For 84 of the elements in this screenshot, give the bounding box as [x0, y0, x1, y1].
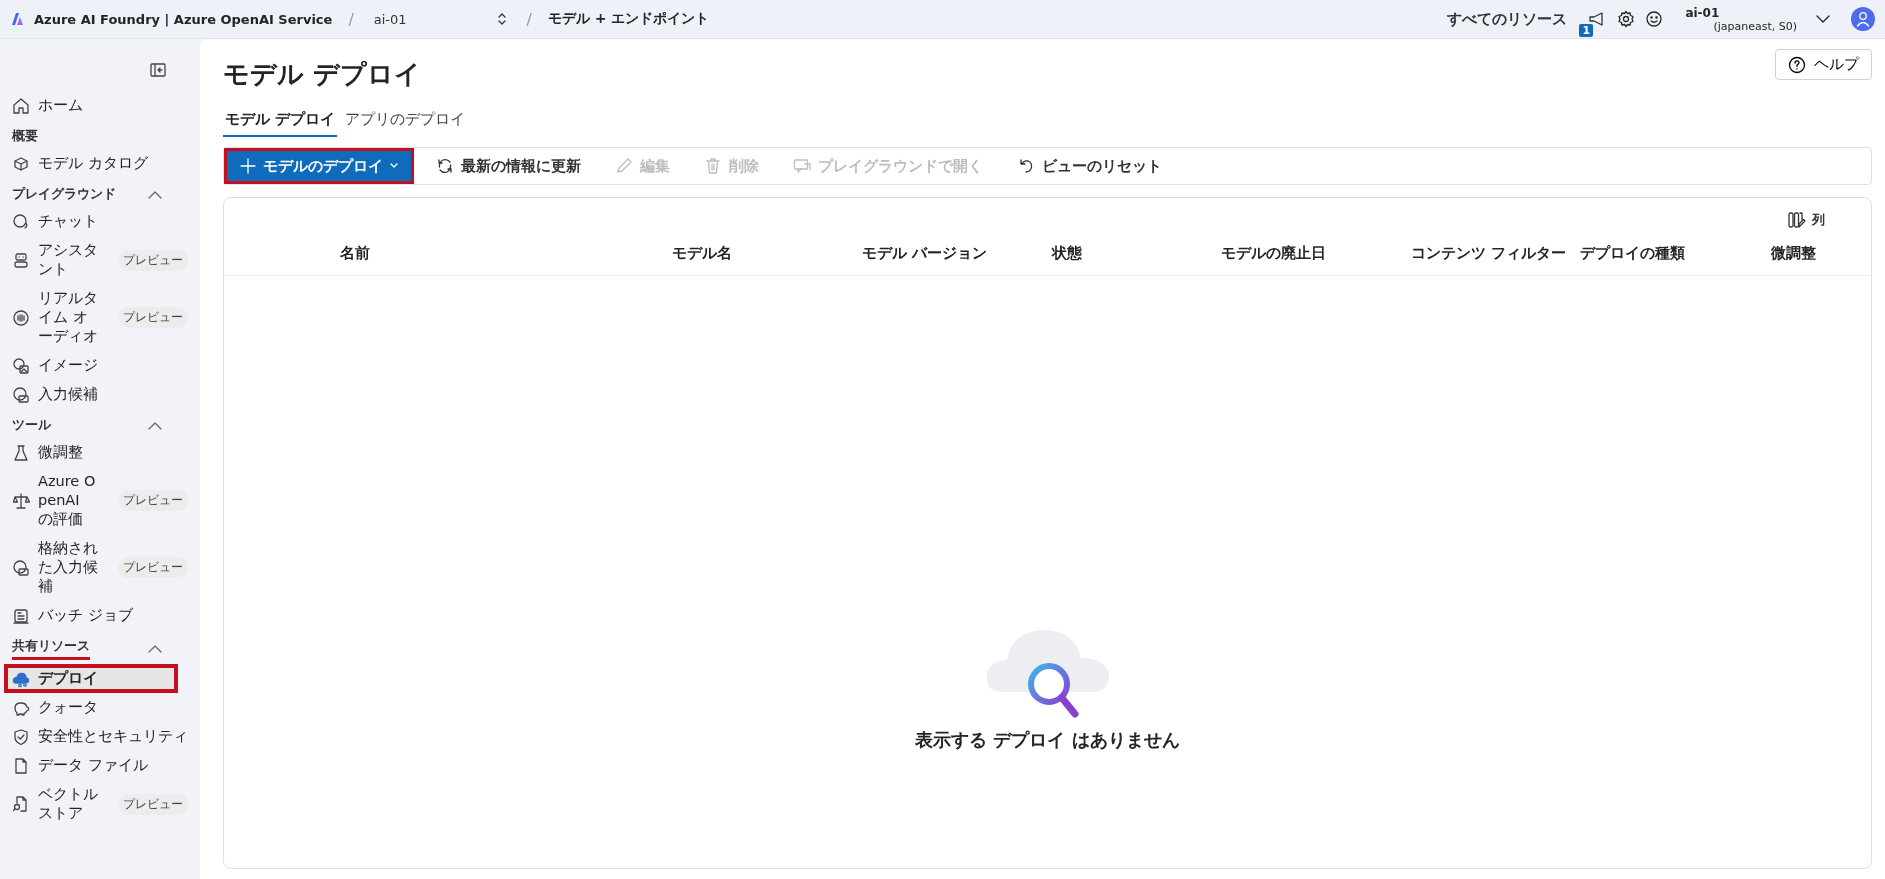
section-toggle[interactable]: ツール: [12, 417, 162, 434]
column-header[interactable]: 微調整: [1771, 244, 1871, 263]
chevron-up-icon: [148, 189, 162, 200]
smiley-icon[interactable]: [1645, 10, 1664, 28]
sidebar-item[interactable]: デプロイ: [4, 664, 178, 693]
scales-icon: [12, 491, 30, 510]
page-title: モデル デプロイ: [223, 58, 422, 91]
toolbar-button[interactable]: ビューのリセット: [1005, 148, 1174, 184]
help-button[interactable]: ヘルプ: [1775, 49, 1872, 80]
home-icon: [12, 96, 30, 115]
chevron-up-icon: [148, 644, 162, 654]
all-resources-link[interactable]: すべてのリソース: [1447, 9, 1568, 29]
column-header[interactable]: モデル バージョン: [862, 244, 1052, 263]
deploy-model-button[interactable]: モデルのデプロイ: [224, 148, 414, 184]
chat-edit-icon: [12, 385, 30, 404]
preview-badge: プレビュー: [118, 793, 188, 815]
section-toggle[interactable]: プレイグラウンド: [12, 186, 162, 203]
chat-window-icon: [793, 157, 811, 175]
robot-icon: [12, 251, 30, 269]
file-search-icon: [12, 795, 30, 813]
plus-icon: [240, 158, 256, 174]
notification-count: 1: [1579, 24, 1594, 37]
column-header[interactable]: 状態: [1052, 244, 1221, 263]
chevron-up-icon: [148, 420, 162, 431]
sidebar-item[interactable]: 格納された入力候補 プレビュー: [0, 534, 196, 601]
updown-chevron-icon: [496, 12, 507, 26]
chat-bubbles-icon: [12, 212, 30, 231]
column-header[interactable]: 名前: [340, 244, 672, 263]
columns-edit-icon: [1788, 211, 1806, 229]
sidebar-item[interactable]: Azure OpenAI の評価 プレビュー: [0, 467, 196, 534]
flask-icon: [12, 443, 30, 462]
chat-edit-icon: [12, 558, 30, 577]
question-circle-icon: [1788, 55, 1806, 74]
sidebar-item[interactable]: イメージ: [0, 351, 196, 380]
tab[interactable]: アプリのデプロイ: [343, 106, 468, 137]
pencil-icon: [615, 157, 633, 175]
collapse-panel-icon[interactable]: [150, 63, 166, 77]
column-header[interactable]: モデル名: [672, 244, 862, 263]
toolbar-button[interactable]: 最新の情報に更新: [424, 148, 593, 184]
undo-icon: [1017, 157, 1035, 175]
trash-icon: [704, 157, 722, 175]
settings-icon[interactable]: [1617, 10, 1636, 28]
breadcrumb-current: モデル + エンドポイント: [548, 10, 710, 28]
shield-check-icon: [12, 727, 30, 746]
column-header[interactable]: コンテンツ フィルター: [1411, 244, 1580, 263]
logo-icon: [10, 12, 24, 26]
section-toggle[interactable]: 共有リソース: [12, 638, 162, 660]
avatar-button[interactable]: [1851, 7, 1875, 31]
preview-badge: プレビュー: [118, 490, 188, 511]
megaphone-icon: [1587, 11, 1606, 27]
column-header[interactable]: モデルの廃止日: [1221, 244, 1411, 263]
sidebar-item[interactable]: バッチ ジョブ: [0, 601, 196, 630]
person-icon: [1856, 11, 1870, 27]
sidebar-item[interactable]: 入力候補: [0, 380, 196, 409]
image-chat-icon: [12, 356, 30, 375]
sidebar-item[interactable]: チャット: [0, 207, 196, 236]
document-icon: [12, 606, 30, 625]
project-selector[interactable]: ai-01: [369, 9, 511, 29]
breadcrumb-separator: /: [348, 9, 354, 29]
chevron-down-icon: [390, 163, 398, 169]
sidebar-item[interactable]: 安全性とセキュリティ: [0, 722, 196, 751]
breadcrumb-separator: /: [526, 9, 532, 29]
preview-badge: プレビュー: [118, 307, 188, 328]
audio-wave-icon: [12, 308, 30, 327]
tab[interactable]: モデル デプロイ: [223, 106, 338, 137]
empty-state-message: 表示する デプロイ はありません: [915, 728, 1180, 752]
app-title[interactable]: Azure AI Foundry | Azure OpenAI Service: [34, 11, 333, 27]
sidebar-item[interactable]: リアルタイム オーディオ プレビュー: [0, 284, 196, 351]
sidebar-item[interactable]: データ ファイル: [0, 751, 196, 780]
columns-button[interactable]: 列: [1782, 210, 1831, 230]
file-icon: [12, 756, 30, 775]
sidebar-item[interactable]: 微調整: [0, 438, 196, 467]
column-header[interactable]: デプロイの種類: [1580, 244, 1771, 263]
account-name: ai-01: [1685, 5, 1721, 20]
sidebar-item[interactable]: ベクトルストア プレビュー: [0, 780, 196, 828]
account-region: (japaneast, S0): [1713, 19, 1797, 33]
preview-badge: プレビュー: [118, 249, 188, 271]
sidebar-item[interactable]: アシスタント プレビュー: [0, 236, 196, 284]
sidebar-item[interactable]: ホーム: [0, 91, 196, 120]
preview-badge: プレビュー: [118, 557, 188, 578]
sidebar-item[interactable]: クォータ: [0, 693, 196, 722]
refresh-icon: [436, 157, 454, 175]
sidebar-item[interactable]: モデル カタログ: [0, 149, 196, 178]
section-heading: 概要: [12, 128, 38, 145]
